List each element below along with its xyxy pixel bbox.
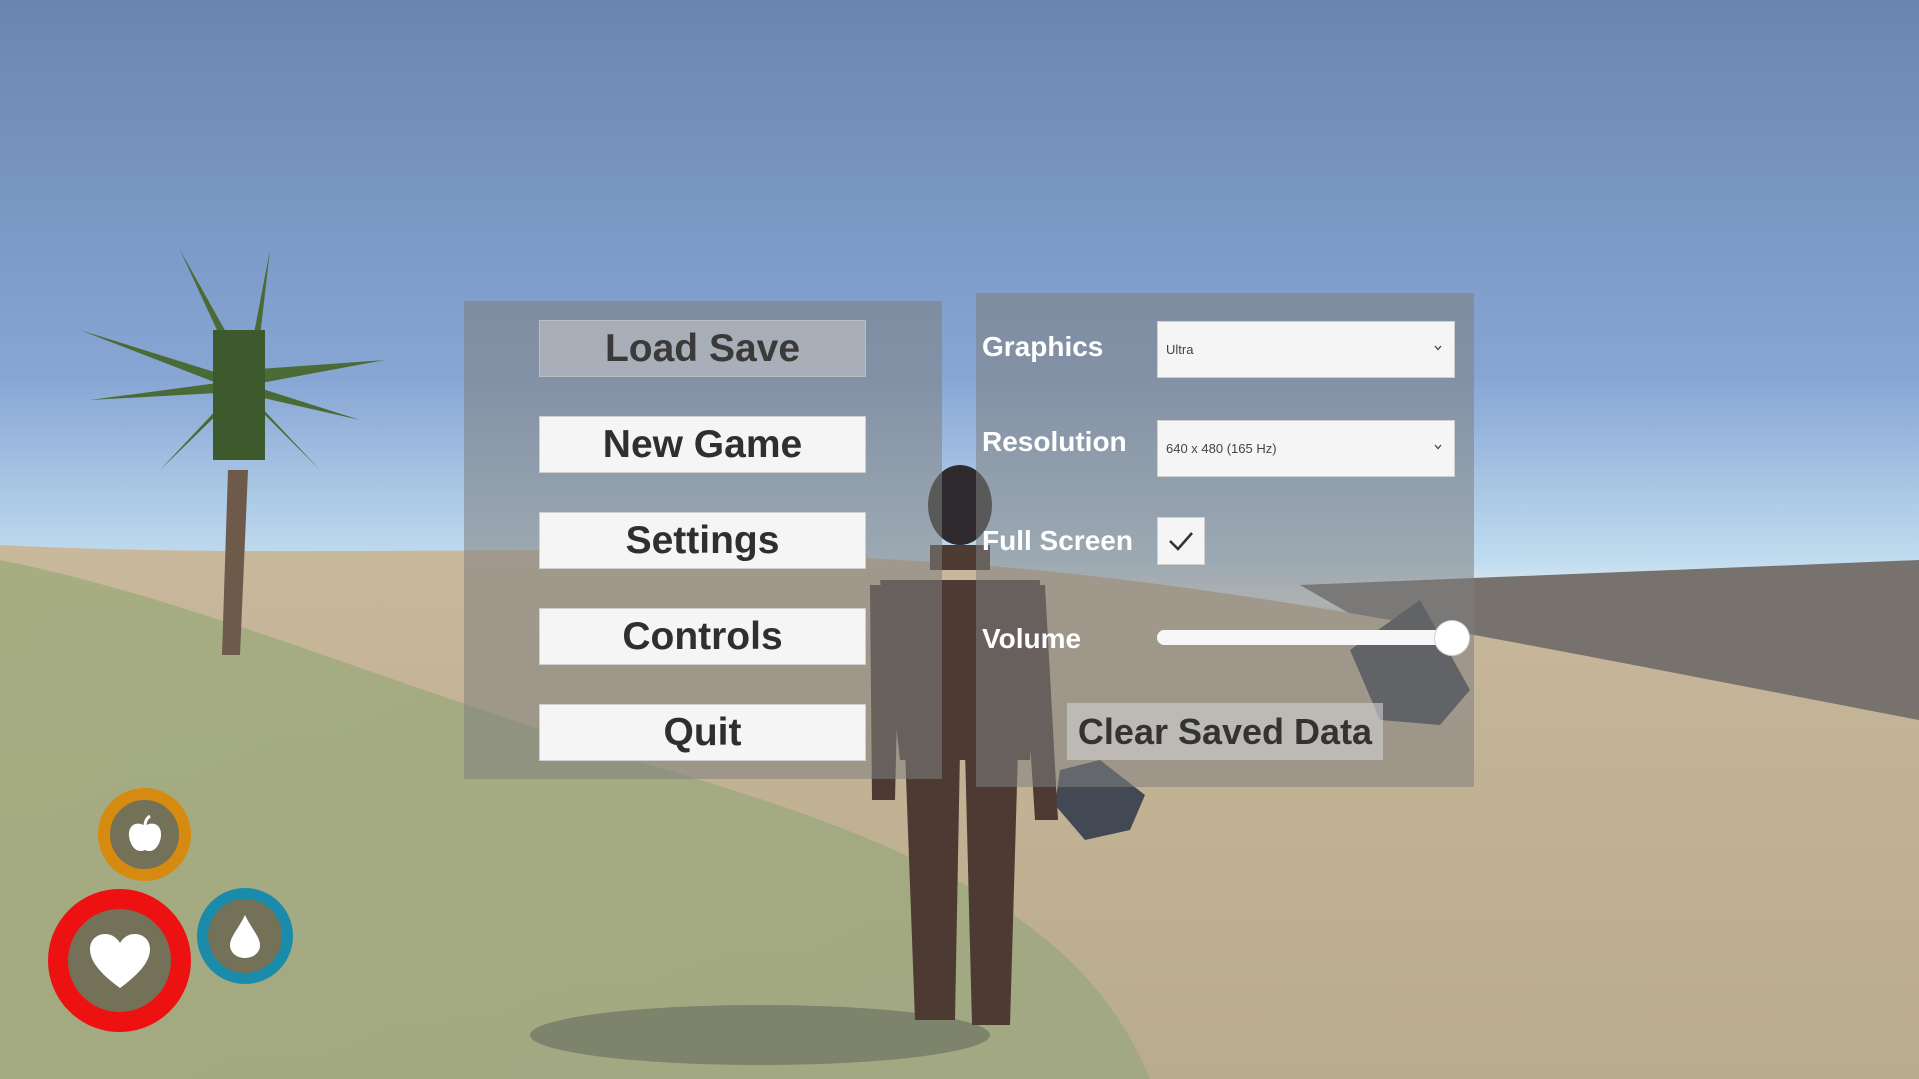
volume-slider-fill [1157, 630, 1452, 645]
main-menu-panel: Load Save New Game Settings Controls Qui… [464, 301, 942, 779]
resolution-dropdown[interactable]: 640 x 480 (165 Hz) [1157, 420, 1455, 477]
volume-label: Volume [982, 623, 1082, 654]
fullscreen-label: Full Screen [982, 525, 1133, 556]
heart-icon [89, 933, 150, 988]
apple-icon [128, 814, 161, 851]
thirst-meter [197, 888, 293, 984]
chevron-down-icon [1434, 444, 1442, 450]
resolution-dropdown-value: 640 x 480 (165 Hz) [1166, 441, 1277, 456]
settings-panel: Graphics Ultra Resolution 640 x 480 (165… [976, 293, 1474, 787]
controls-button[interactable]: Controls [539, 608, 866, 665]
hunger-meter [98, 788, 191, 881]
resolution-label: Resolution [982, 426, 1127, 457]
volume-slider[interactable] [1157, 620, 1470, 656]
new-game-button[interactable]: New Game [539, 416, 866, 473]
load-save-button[interactable]: Load Save [539, 320, 866, 377]
graphics-dropdown[interactable]: Ultra [1157, 321, 1455, 378]
chevron-down-icon [1434, 345, 1442, 351]
water-drop-icon [230, 915, 260, 958]
health-meter [48, 889, 191, 1032]
volume-slider-handle[interactable] [1434, 620, 1470, 656]
graphics-label: Graphics [982, 331, 1104, 362]
settings-button[interactable]: Settings [539, 512, 866, 569]
quit-button[interactable]: Quit [539, 704, 866, 761]
graphics-dropdown-value: Ultra [1166, 342, 1194, 357]
fullscreen-checkbox[interactable] [1157, 517, 1205, 565]
clear-saved-data-button[interactable]: Clear Saved Data [1067, 703, 1383, 760]
checkmark-icon [1169, 532, 1193, 551]
